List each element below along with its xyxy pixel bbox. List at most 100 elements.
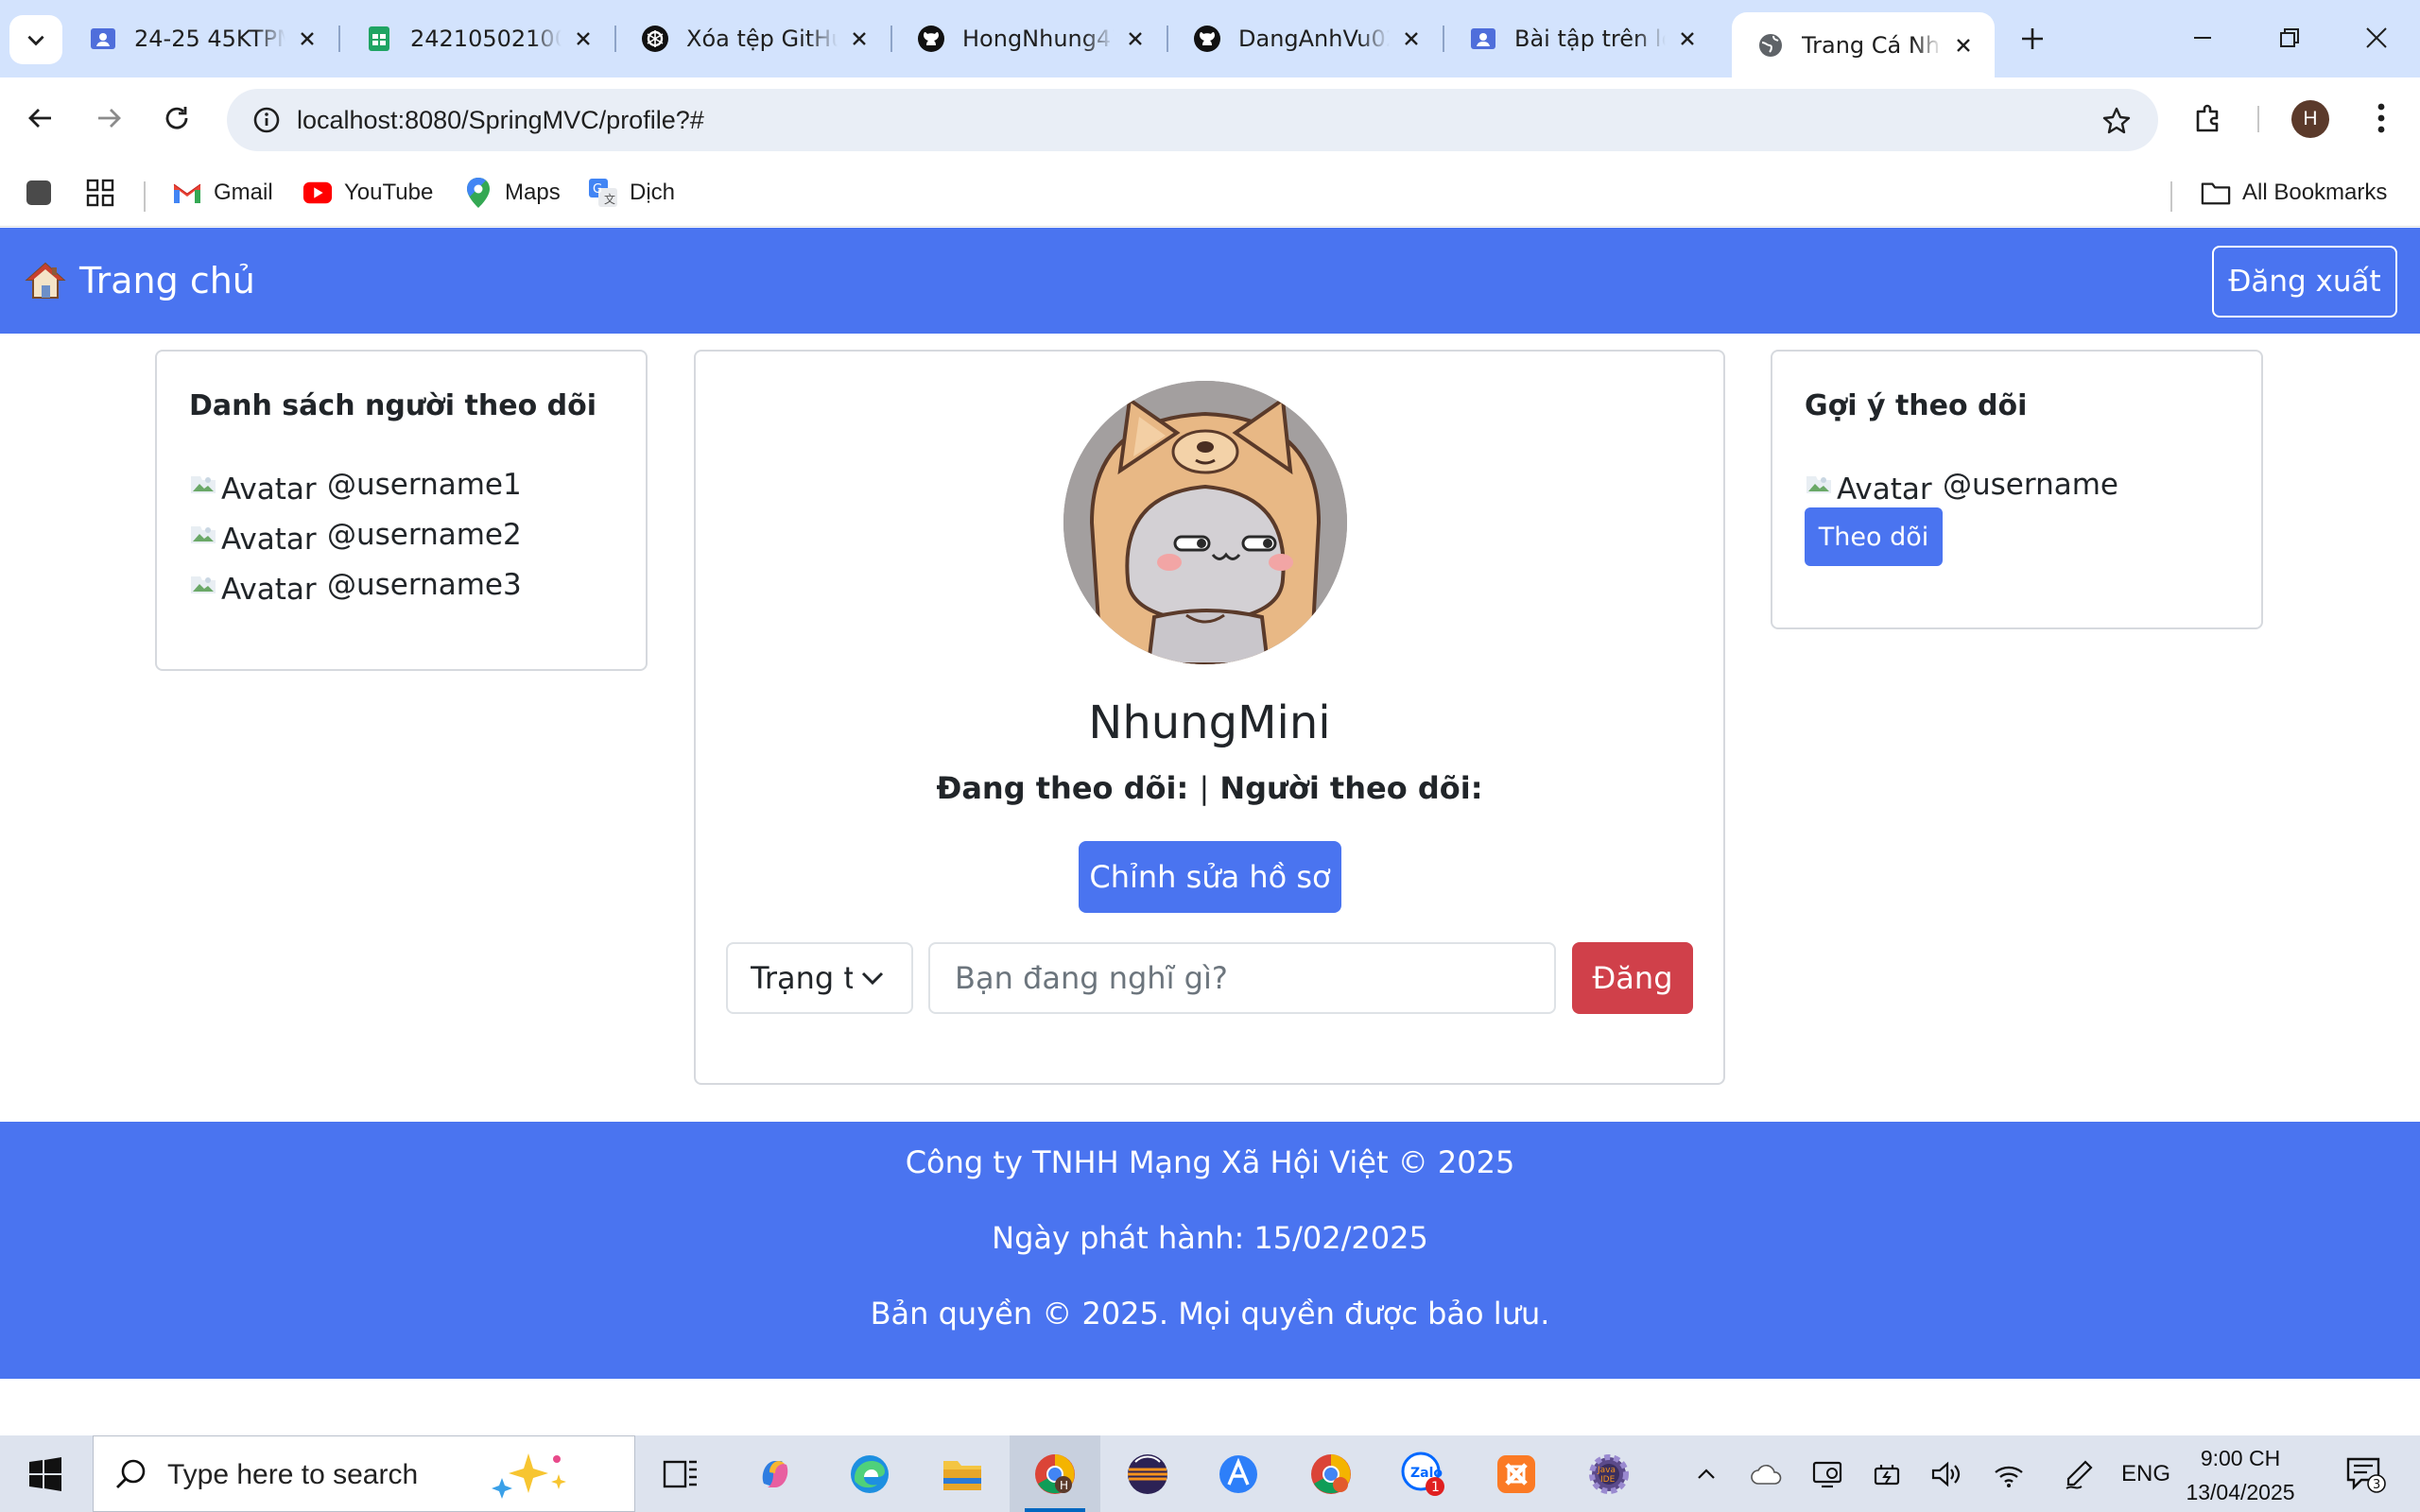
wifi-tray[interactable]	[1987, 1435, 2031, 1512]
bookmark-app-square[interactable]	[25, 172, 53, 214]
taskbar-search[interactable]: Type here to search	[93, 1435, 635, 1512]
follow-button[interactable]: Theo dõi	[1805, 507, 1943, 566]
taskbar-chrome[interactable]: H	[1010, 1435, 1100, 1512]
tab-title: HongNhung47	[962, 26, 1114, 52]
taskbar-copilot[interactable]	[730, 1435, 821, 1512]
speaker-icon	[1931, 1461, 1961, 1486]
browser-tab[interactable]: 24-25 45KTPM	[64, 12, 340, 65]
taskbar-app-a[interactable]	[1193, 1435, 1284, 1512]
browser-tab[interactable]: DangAnhVu02	[1168, 12, 1444, 65]
taskbar-chrome-2[interactable]	[1286, 1435, 1376, 1512]
profile-avatar[interactable]: H	[2291, 100, 2329, 138]
footer-company: Công ty TNHH Mạng Xã Hội Việt © 2025	[905, 1144, 1515, 1180]
bookmark-translate[interactable]: G文 Dịch	[588, 172, 675, 214]
apps-grid-button[interactable]	[85, 172, 115, 214]
minimize-button[interactable]	[2159, 0, 2246, 76]
copilot-icon	[762, 1460, 788, 1487]
following-label: Đang theo dõi:	[936, 770, 1189, 806]
status-select[interactable]: Trạng thái	[726, 942, 913, 1014]
bookmark-gmail[interactable]: Gmail	[172, 172, 273, 214]
back-button[interactable]	[17, 94, 64, 142]
browser-tab[interactable]: Bài tập trên lớp	[1444, 12, 1719, 65]
followers-card: Danh sách người theo dõi Avatar @usernam…	[155, 350, 648, 671]
show-hidden-icons[interactable]	[1685, 1435, 1728, 1512]
taskbar-java-ide[interactable]: Java IDE	[1564, 1435, 1654, 1512]
bookmark-label: Dịch	[630, 180, 676, 205]
avatar-alt-text: Avatar	[221, 523, 317, 557]
browser-tab[interactable]: 242105021007	[340, 12, 616, 65]
follower-item[interactable]: Avatar @username2	[189, 519, 522, 557]
chrome-icon	[1311, 1453, 1351, 1494]
bookmark-star-icon[interactable]	[2096, 100, 2137, 142]
address-bar[interactable]: localhost:8080/SpringMVC/profile?#	[227, 89, 2158, 151]
tab-title: 242105021007	[410, 26, 562, 52]
puzzle-icon	[2196, 104, 2219, 132]
follower-username[interactable]: @username1	[327, 469, 522, 501]
follower-item[interactable]: Avatar @username1	[189, 469, 522, 507]
suggestion-item[interactable]: Avatar @username	[1805, 469, 2118, 507]
browser-tab[interactable]: HongNhung47	[892, 12, 1168, 65]
bookmark-youtube[interactable]: YouTube	[302, 172, 433, 214]
close-tab-icon[interactable]	[1397, 25, 1426, 53]
pen-tray[interactable]	[2057, 1435, 2100, 1512]
forward-button[interactable]	[85, 94, 132, 142]
post-input[interactable]: Bạn đang nghĩ gì?	[928, 942, 1556, 1014]
arrow-left-icon	[28, 109, 51, 128]
close-tab-icon[interactable]	[1121, 25, 1150, 53]
cat-avatar-icon	[1063, 381, 1347, 664]
close-tab-icon[interactable]	[1673, 25, 1702, 53]
close-window-button[interactable]	[2333, 0, 2420, 76]
follower-username[interactable]: @username2	[327, 519, 522, 551]
footer-copyright: Bản quyền © 2025. Mọi quyền được bảo lưu…	[870, 1296, 1550, 1332]
notification-center[interactable]: 3	[2337, 1435, 2394, 1512]
logout-button[interactable]: Đăng xuất	[2212, 246, 2397, 318]
taskbar-file-explorer[interactable]	[917, 1435, 1008, 1512]
language-indicator[interactable]: ENG	[2118, 1435, 2174, 1512]
close-tab-icon[interactable]	[1949, 31, 1978, 60]
profile-avatar-image[interactable]	[1063, 381, 1347, 664]
browser-tab[interactable]: Xóa tệp GitHub	[616, 12, 892, 65]
restore-button[interactable]	[2246, 0, 2333, 76]
profile-card: NhungMini Đang theo dõi: | Người theo dõ…	[694, 350, 1725, 1085]
bookmark-maps[interactable]: Maps	[463, 172, 561, 214]
volume-tray[interactable]	[1925, 1435, 1968, 1512]
tab-search-button[interactable]	[9, 15, 62, 64]
edit-profile-button[interactable]: Chỉnh sửa hồ sơ	[1079, 841, 1341, 913]
svg-text:H: H	[1060, 1479, 1068, 1492]
extensions-button[interactable]	[2186, 94, 2233, 142]
taskbar-edge[interactable]	[824, 1435, 915, 1512]
site-info-icon[interactable]	[244, 97, 289, 143]
start-button[interactable]	[0, 1435, 91, 1512]
avatar-image: Avatar	[189, 519, 317, 557]
home-link[interactable]: Trang chủ	[25, 250, 255, 311]
avatar-image: Avatar	[189, 469, 317, 507]
taskbar-xampp[interactable]	[1471, 1435, 1562, 1512]
battery-tray[interactable]	[1866, 1435, 1910, 1512]
bookmark-label: Maps	[505, 180, 561, 205]
profile-stats: Đang theo dõi: | Người theo dõi:	[696, 770, 1723, 806]
google-classroom-icon	[89, 25, 117, 53]
taskbar-eclipse[interactable]	[1102, 1435, 1193, 1512]
task-view-button[interactable]	[635, 1435, 726, 1512]
onedrive-tray[interactable]	[1745, 1435, 1789, 1512]
close-tab-icon[interactable]	[569, 25, 597, 53]
browser-tab-active[interactable]: Trang Cá Nhân	[1732, 12, 1995, 77]
suggestion-username[interactable]: @username	[1943, 469, 2118, 501]
close-tab-icon[interactable]	[293, 25, 321, 53]
follower-item[interactable]: Avatar @username3	[189, 569, 522, 607]
new-tab-button[interactable]	[2008, 17, 2057, 60]
post-button[interactable]: Đăng	[1572, 942, 1693, 1014]
folder-icon	[943, 1460, 981, 1490]
brand-label: Trang chủ	[79, 260, 255, 301]
all-bookmarks-button[interactable]: All Bookmarks	[2201, 172, 2387, 214]
svg-text:G: G	[593, 182, 602, 197]
device-tray[interactable]	[1806, 1435, 1849, 1512]
taskbar-zalo[interactable]: Zalo 1	[1378, 1435, 1469, 1512]
browser-menu-button[interactable]	[2358, 94, 2405, 142]
taskbar-clock[interactable]: 9:00 CH 13/04/2025	[2184, 1441, 2297, 1509]
follower-username[interactable]: @username3	[327, 569, 522, 601]
reload-button[interactable]	[153, 94, 200, 142]
copilot-sparkle-icon	[492, 1453, 566, 1499]
url-text[interactable]: localhost:8080/SpringMVC/profile?#	[297, 89, 704, 151]
close-tab-icon[interactable]	[845, 25, 873, 53]
